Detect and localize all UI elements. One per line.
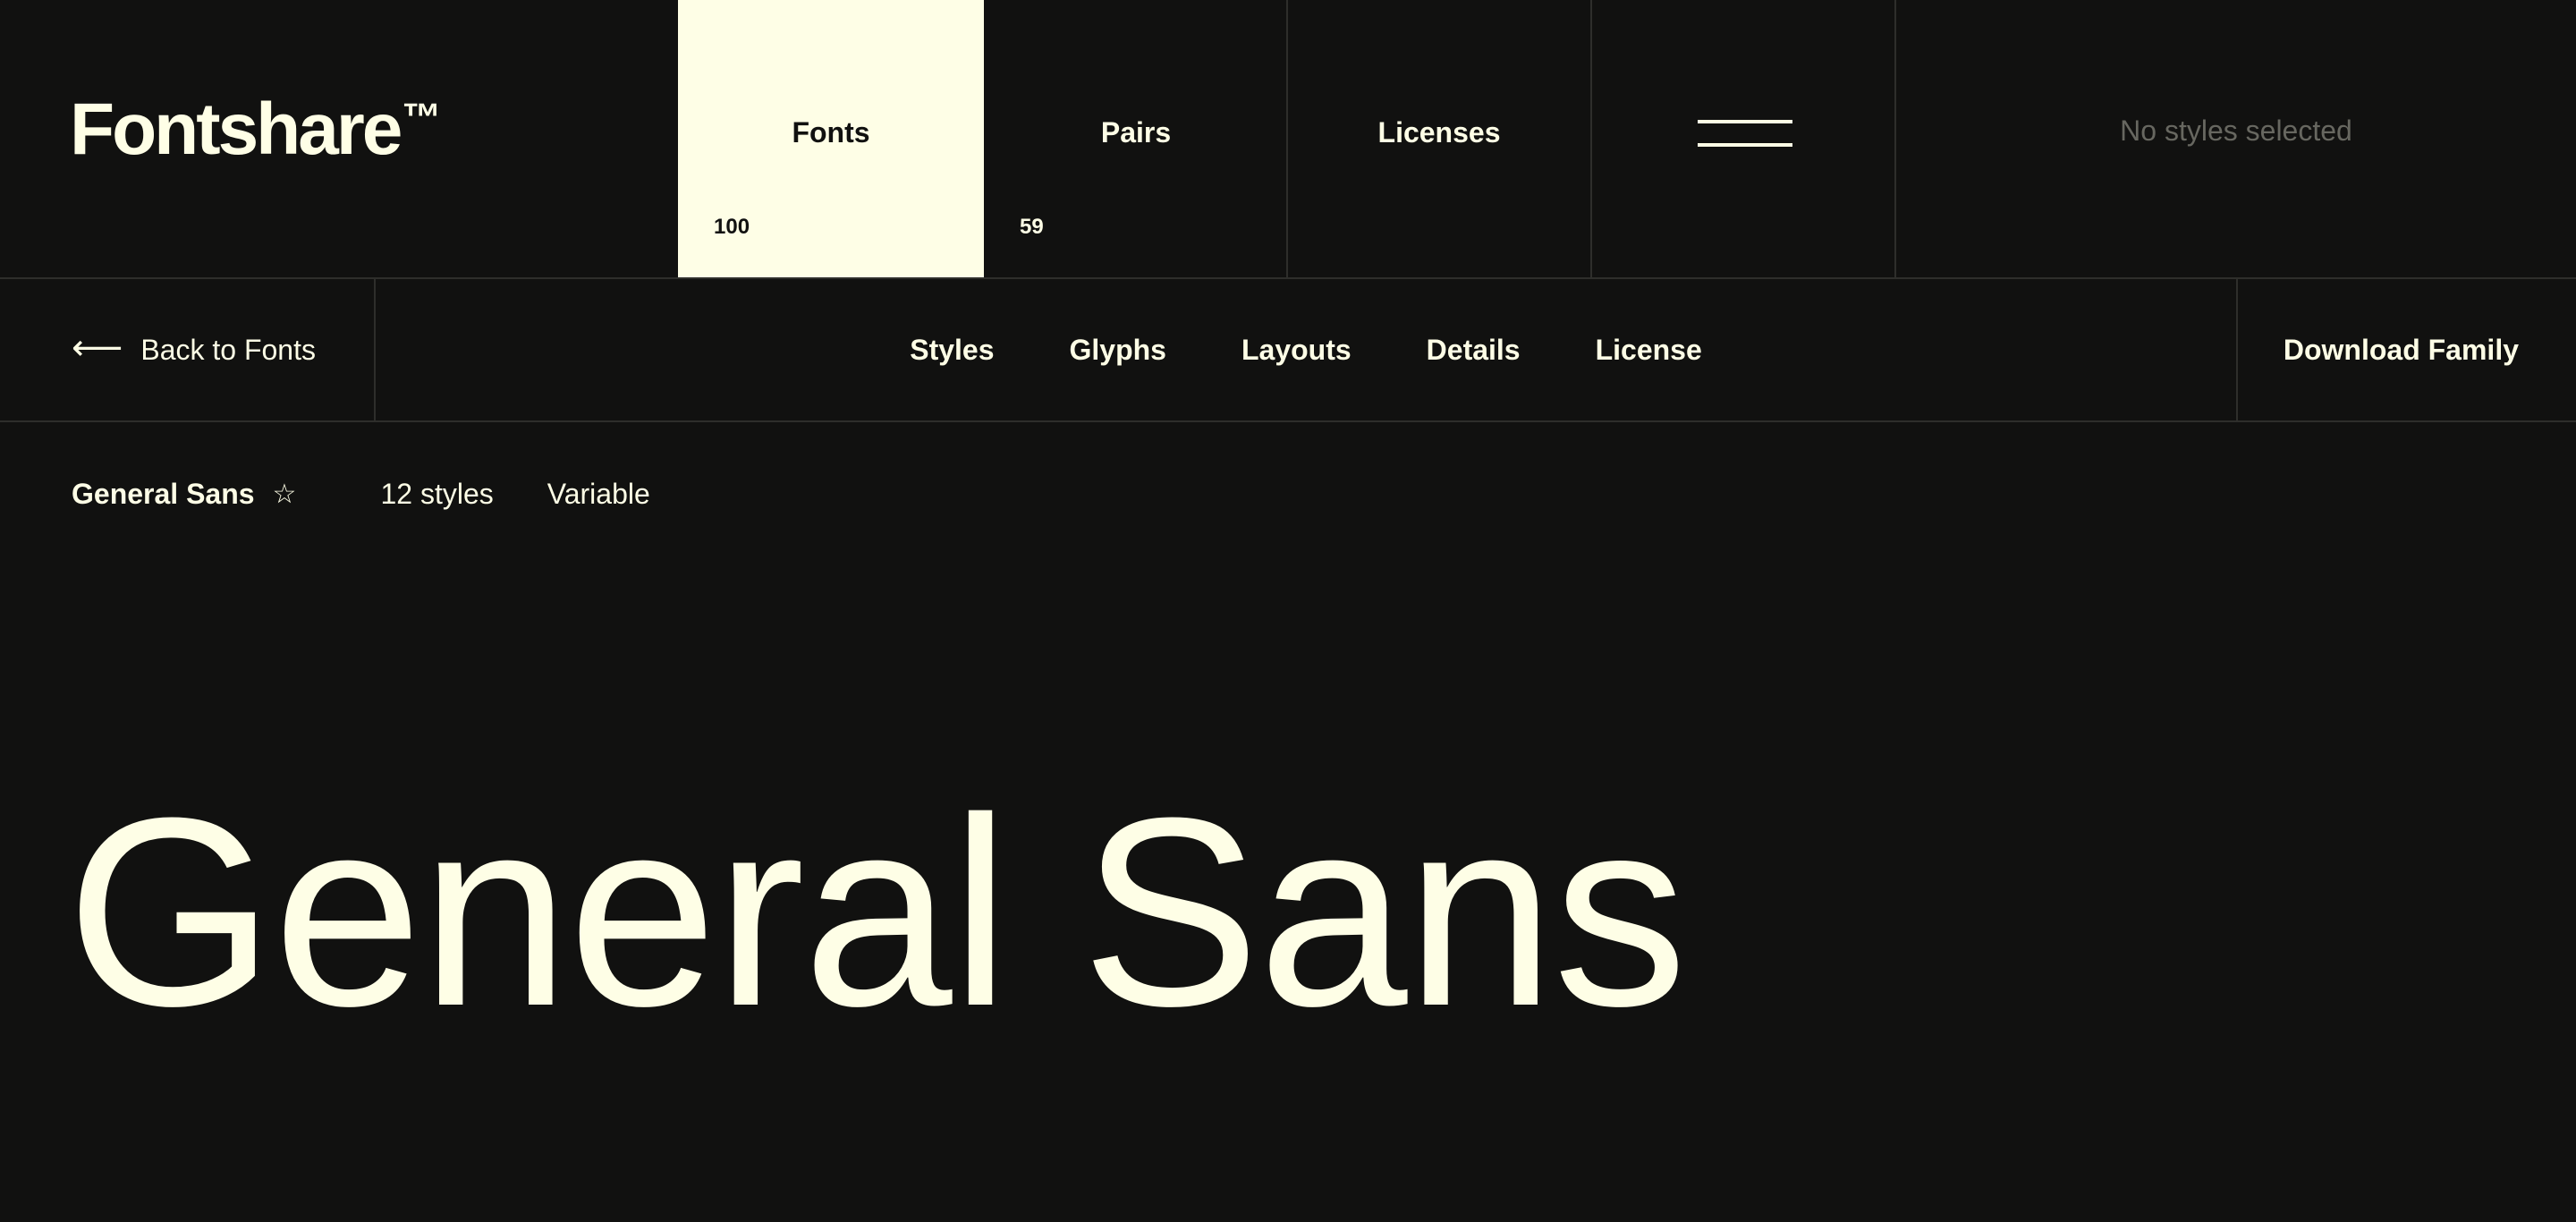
tab-details[interactable]: Details [1389,334,1558,367]
download-family-button[interactable]: Download Family [2238,279,2519,420]
logo-text: Fontshare [70,89,402,170]
variable-label: Variable [547,478,650,510]
fontshare-logo[interactable]: Fontshare™ [70,93,441,166]
font-subnavigation: ⟵ Back to Fonts Styles Glyphs Layouts De… [0,279,2576,422]
nav-pairs-label: Pairs [1100,116,1172,149]
nav-fonts-count: 100 [714,215,750,239]
top-navigation: Fontshare™ Fonts 100 Pairs 59 Licenses N… [0,0,2576,279]
tab-layouts[interactable]: Layouts [1204,334,1389,367]
tab-glyphs[interactable]: Glyphs [1032,334,1204,367]
back-to-fonts-label: Back to Fonts [140,333,316,366]
tab-license[interactable]: License [1558,334,1740,367]
font-meta: General Sans ☆ 12 styles Variable [72,478,650,511]
back-to-fonts-link[interactable]: ⟵ Back to Fonts [72,279,316,420]
trademark-mark: ™ [402,96,442,140]
font-family-name: General Sans [72,478,255,510]
nav-pairs[interactable]: Pairs 59 [984,0,1288,277]
selected-styles-text: No styles selected [2120,115,2352,147]
tab-styles[interactable]: Styles [872,334,1031,367]
style-count: 12 styles [380,478,494,510]
font-preview-title: General Sans [66,761,1687,1062]
nav-fonts[interactable]: Fonts 100 [678,0,984,277]
star-icon[interactable]: ☆ [273,480,297,508]
nav-fonts-label: Fonts [792,116,870,149]
menu-button[interactable] [1590,0,1894,277]
arrow-left-icon: ⟵ [72,328,123,368]
font-tabs: Styles Glyphs Layouts Details License [376,279,2236,420]
hamburger-icon [1698,118,1792,150]
nav-licenses[interactable]: Licenses [1286,0,1590,277]
nav-licenses-label: Licenses [1377,116,1501,149]
selected-styles-status[interactable]: No styles selected [1894,0,2576,277]
nav-pairs-count: 59 [1020,215,1044,239]
